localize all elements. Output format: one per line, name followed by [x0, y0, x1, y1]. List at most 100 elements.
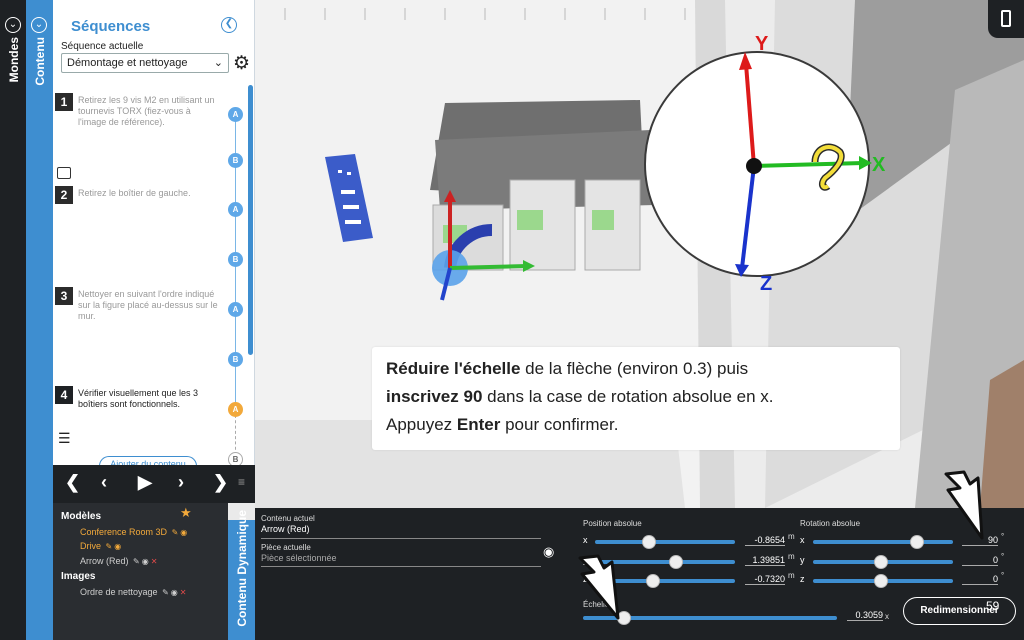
slider-knob[interactable]	[874, 574, 888, 588]
step-number[interactable]: 3	[55, 287, 73, 305]
edit-icon[interactable]: ✎	[106, 542, 113, 551]
rotation-z-value[interactable]: 0	[962, 574, 998, 585]
phone-icon	[1001, 10, 1011, 27]
step-node-a[interactable]: A	[228, 402, 243, 417]
axis-y-label: y	[800, 555, 805, 565]
instruction-bold: Enter	[456, 415, 501, 434]
gizmo-z-label: Z	[760, 273, 772, 295]
step-node-a[interactable]: A	[228, 107, 243, 122]
scale-unit: x	[885, 612, 889, 621]
menu-icon[interactable]: ☰	[58, 430, 71, 447]
properties-bar: Contenu actuel Arrow (Red) Pièce actuell…	[255, 508, 1024, 640]
scale-value[interactable]: 0.3059	[847, 610, 883, 621]
rotation-label: Rotation absolue	[800, 519, 861, 528]
divider	[261, 538, 541, 539]
rotation-x-slider[interactable]	[813, 540, 953, 544]
sequences-title: Séquences	[71, 18, 151, 35]
image-icon[interactable]	[57, 167, 71, 179]
step-number[interactable]: 1	[55, 93, 73, 111]
rotation-y-value[interactable]: 0	[962, 555, 998, 566]
slider-knob[interactable]	[646, 574, 660, 588]
position-x-value[interactable]: -0.8654	[745, 535, 785, 546]
step-number[interactable]: 2	[55, 186, 73, 204]
slider-knob[interactable]	[642, 535, 656, 549]
play-icon[interactable]: ▶	[138, 472, 152, 493]
current-part-field[interactable]: Pièce sélectionnée	[261, 553, 337, 563]
current-content-value: Arrow (Red)	[261, 524, 310, 534]
delete-icon[interactable]: ✕	[151, 557, 158, 566]
eye-icon[interactable]: ◉	[114, 542, 121, 551]
gear-icon[interactable]: ⚙	[233, 52, 250, 75]
unit-label: °	[1001, 571, 1005, 580]
slider-knob[interactable]	[910, 535, 924, 549]
position-label: Position absolue	[583, 519, 642, 528]
skip-last-icon[interactable]: ❯	[213, 472, 228, 493]
position-x-slider[interactable]	[595, 540, 735, 544]
model-item[interactable]: Arrow (Red) ✎ ◉ ✕	[80, 556, 157, 566]
unit-label: m	[788, 571, 795, 580]
model-item[interactable]: Conference Room 3D ✎ ◉	[80, 527, 187, 537]
drag-handle-icon[interactable]: ≡	[238, 475, 245, 489]
previous-icon[interactable]: ‹	[101, 472, 107, 493]
sequence-scrollbar[interactable]	[248, 85, 253, 355]
skip-first-icon[interactable]: ❮	[65, 472, 80, 493]
content-tab-label[interactable]: Contenu	[33, 37, 47, 86]
eye-icon[interactable]: ◉	[171, 588, 178, 597]
worlds-rail[interactable]: ⌄ Mondes	[0, 0, 26, 640]
slider-knob[interactable]	[669, 555, 683, 569]
step-node-b[interactable]: B	[228, 252, 243, 267]
delete-icon[interactable]: ✕	[180, 588, 187, 597]
unit-label: °	[1001, 532, 1005, 541]
collapse-left-icon[interactable]: ❮	[221, 17, 237, 33]
eye-icon[interactable]: ◉	[543, 544, 554, 560]
content-rail[interactable]: ⌄ Contenu	[26, 0, 53, 640]
sequence-select[interactable]: Démontage et nettoyage ⌄	[61, 53, 229, 73]
edit-icon[interactable]: ✎	[172, 528, 179, 537]
fps-counter: 59	[986, 599, 1000, 613]
step-text[interactable]: Retirez les 9 vis M2 en utilisant un tou…	[78, 95, 218, 128]
edit-icon[interactable]: ✎	[133, 557, 140, 566]
worlds-tab-label[interactable]: Mondes	[7, 37, 21, 82]
phone-view-button[interactable]	[988, 0, 1024, 38]
chevron-down-icon[interactable]: ⌄	[31, 17, 47, 33]
next-icon[interactable]: ›	[178, 472, 184, 493]
gizmo-x-label: X	[872, 154, 886, 176]
step-node-b[interactable]: B	[228, 352, 243, 367]
step-text[interactable]: Nettoyer en suivant l'ordre indiqué sur …	[78, 289, 218, 322]
dynamic-content-label: Contenu Dynamique	[235, 510, 249, 627]
step-text[interactable]: Vérifier visuellement que les 3 boîtiers…	[78, 388, 218, 410]
model-name: Arrow (Red)	[80, 556, 129, 566]
image-item[interactable]: Ordre de nettoyage ✎ ◉ ✕	[80, 587, 186, 597]
step-text[interactable]: Retirez le boîtier de gauche.	[78, 188, 218, 199]
position-z-value[interactable]: -0.7320	[745, 574, 785, 585]
chevron-down-icon: ⌄	[213, 57, 223, 69]
chevron-down-icon[interactable]: ⌄	[5, 17, 21, 33]
model-name: Conference Room 3D	[80, 527, 168, 537]
slider-knob[interactable]	[874, 555, 888, 569]
instruction-line-1: Réduire l'échelle de la flèche (environ …	[386, 355, 886, 383]
instruction-text: pour confirmer.	[500, 415, 619, 434]
eye-icon[interactable]: ◉	[180, 528, 187, 537]
instruction-bold: Réduire l'échelle	[386, 359, 521, 378]
position-y-value[interactable]: 1.39851	[745, 555, 785, 566]
images-header: Images	[61, 571, 96, 582]
gizmo-y-label: Y	[755, 33, 769, 55]
step-node-b[interactable]: B	[228, 153, 243, 168]
axis-z-label: z	[800, 574, 805, 584]
sequence-select-value: Démontage et nettoyage	[67, 57, 188, 69]
edit-icon[interactable]: ✎	[162, 588, 169, 597]
instruction-bold: inscrivez 90	[386, 387, 483, 406]
step-node-a[interactable]: A	[228, 302, 243, 317]
model-item[interactable]: Drive ✎ ◉	[80, 541, 121, 551]
current-part-label: Pièce actuelle	[261, 543, 311, 552]
step-number[interactable]: 4	[55, 386, 73, 404]
current-sequence-label: Séquence actuelle	[61, 41, 144, 52]
star-icon[interactable]: ★	[180, 505, 192, 521]
step-node-a[interactable]: A	[228, 202, 243, 217]
eye-icon[interactable]: ◉	[142, 557, 149, 566]
unit-label: m	[788, 552, 795, 561]
dynamic-content-tab[interactable]: Contenu Dynamique	[228, 510, 255, 640]
playback-controls: ❮ ‹ ▶ › ❯ ≡	[53, 465, 255, 503]
pointer-arrow-icon	[944, 470, 984, 540]
pointer-arrow-icon	[578, 554, 620, 620]
